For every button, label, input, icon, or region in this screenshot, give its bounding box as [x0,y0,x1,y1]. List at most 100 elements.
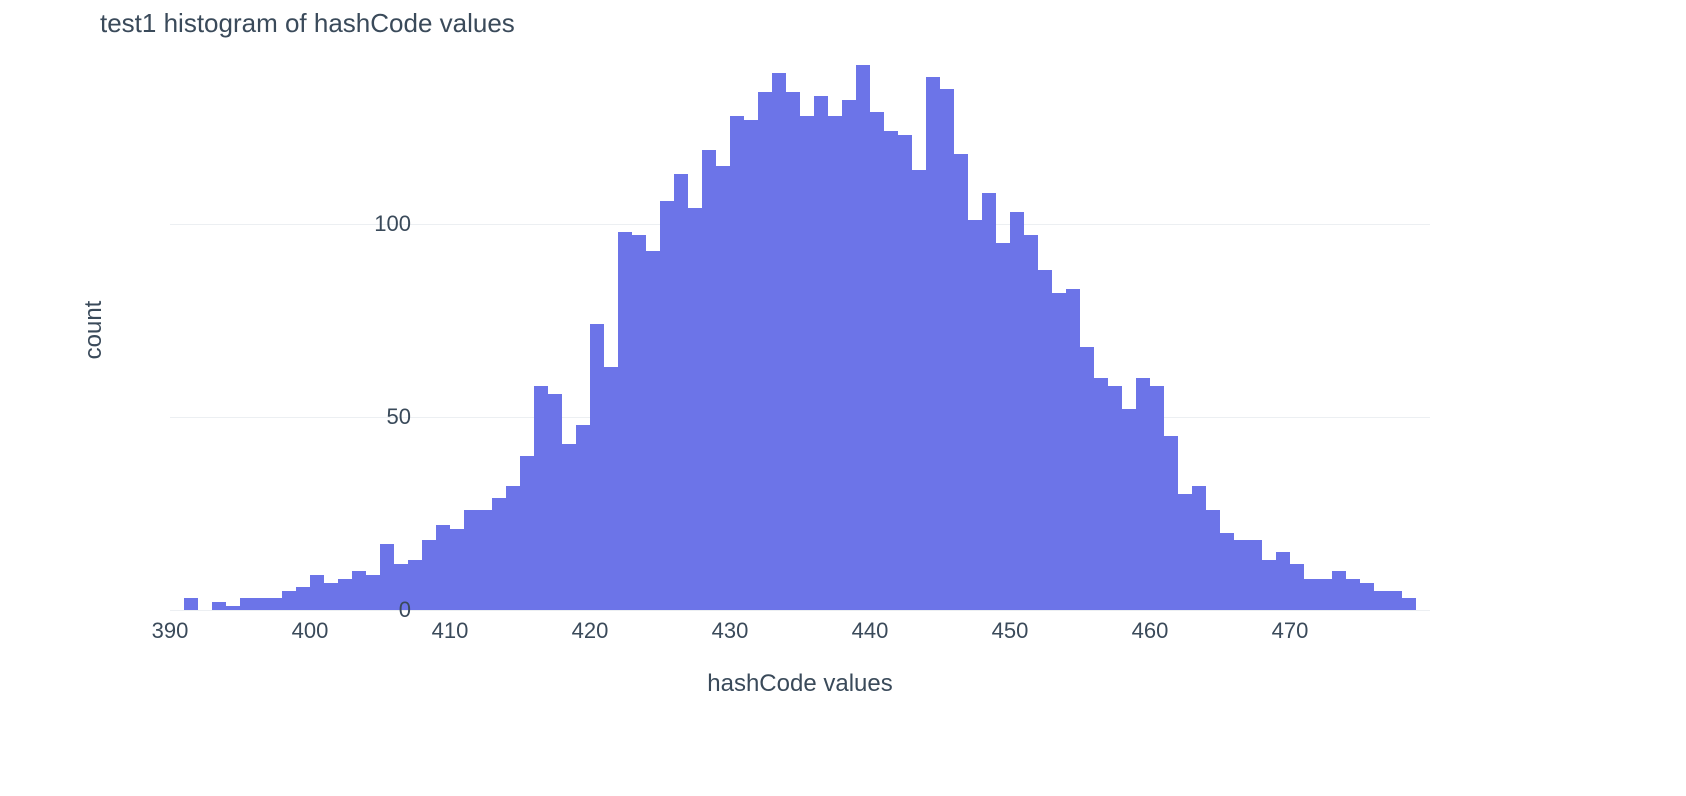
histogram-bar [212,602,226,610]
histogram-bar [226,606,240,610]
histogram-bar [870,112,884,610]
histogram-bar [968,220,982,610]
histogram-bar [1318,579,1332,610]
histogram-bar [310,575,324,610]
histogram-bar [912,170,926,610]
histogram-bar [674,174,688,610]
x-tick-label: 460 [1132,618,1169,644]
histogram-bar [478,510,492,610]
histogram-bar [1388,591,1402,610]
y-tick-label: 50 [387,404,411,430]
histogram-bar [492,498,506,610]
histogram-bar [786,92,800,610]
x-tick-label: 390 [152,618,189,644]
histogram-bar [814,96,828,610]
histogram-bar [618,232,632,610]
histogram-bar [898,135,912,610]
histogram-bar [1332,571,1346,610]
histogram-bar [954,154,968,610]
histogram-bar [744,120,758,610]
histogram-bar [632,235,646,610]
histogram-bar [1206,510,1220,610]
histogram-bar [1164,436,1178,610]
plot-area [170,50,1430,610]
histogram-bar [856,65,870,610]
x-tick-label: 410 [432,618,469,644]
histogram-bar [1150,386,1164,610]
x-tick-label: 420 [572,618,609,644]
histogram-bar [520,456,534,610]
histogram-bar [800,116,814,610]
histogram-bar [338,579,352,610]
histogram-bar [576,425,590,610]
histogram-bar [646,251,660,610]
histogram-bar [926,77,940,610]
histogram-bar [1234,540,1248,610]
histogram-bar [1192,486,1206,610]
histogram-bar [688,208,702,610]
x-tick-label: 470 [1272,618,1309,644]
histogram-bar [590,324,604,610]
histogram-bar [1108,386,1122,610]
histogram-bar [268,598,282,610]
histogram-bar [1122,409,1136,610]
histogram-bar [436,525,450,610]
histogram-bar [254,598,268,610]
y-axis-label: count [80,301,108,360]
histogram-bar [548,394,562,610]
gridline [170,610,1430,611]
histogram-bar [296,587,310,610]
histogram-bar [534,386,548,610]
histogram-bar [1024,235,1038,610]
histogram-bar [1080,347,1094,610]
histogram-bar [366,575,380,610]
histogram-bar [982,193,996,610]
y-tick-label: 100 [374,211,411,237]
histogram-bar [1304,579,1318,610]
x-tick-label: 400 [292,618,329,644]
histogram-bar [1038,270,1052,610]
histogram-bar [730,116,744,610]
histogram-bar [562,444,576,610]
chart-title: test1 histogram of hashCode values [100,8,515,39]
histogram-bar [450,529,464,610]
histogram-bar [842,100,856,610]
histogram-bar [1094,378,1108,610]
histogram-bar [996,243,1010,610]
histogram-bar [1052,293,1066,610]
histogram-bar [380,544,394,610]
histogram-bar [1360,583,1374,610]
histogram-bar [758,92,772,610]
histogram-bars [170,50,1430,610]
histogram-bar [464,510,478,610]
histogram-bar [506,486,520,610]
histogram-bar [1220,533,1234,610]
histogram-bar [702,150,716,610]
histogram-bar [1248,540,1262,610]
histogram-bar [324,583,338,610]
histogram-bar [1374,591,1388,610]
histogram-bar [1402,598,1416,610]
histogram-bar [1178,494,1192,610]
x-axis-label: hashCode values [707,670,892,698]
histogram-bar [352,571,366,610]
histogram-bar [660,201,674,610]
histogram-bar [716,166,730,610]
histogram-bar [1066,289,1080,610]
histogram-bar [884,131,898,610]
histogram-bar [1136,378,1150,610]
y-tick-label: 0 [399,597,411,623]
histogram-bar [282,591,296,610]
histogram-bar [828,116,842,610]
histogram-bar [1290,564,1304,610]
histogram-bar [1262,560,1276,610]
histogram-bar [772,73,786,610]
histogram-bar [1010,212,1024,610]
histogram-bar [240,598,254,610]
x-tick-label: 440 [852,618,889,644]
histogram-bar [184,598,198,610]
x-tick-label: 430 [712,618,749,644]
histogram-bar [1346,579,1360,610]
x-tick-label: 450 [992,618,1029,644]
histogram-bar [604,367,618,610]
